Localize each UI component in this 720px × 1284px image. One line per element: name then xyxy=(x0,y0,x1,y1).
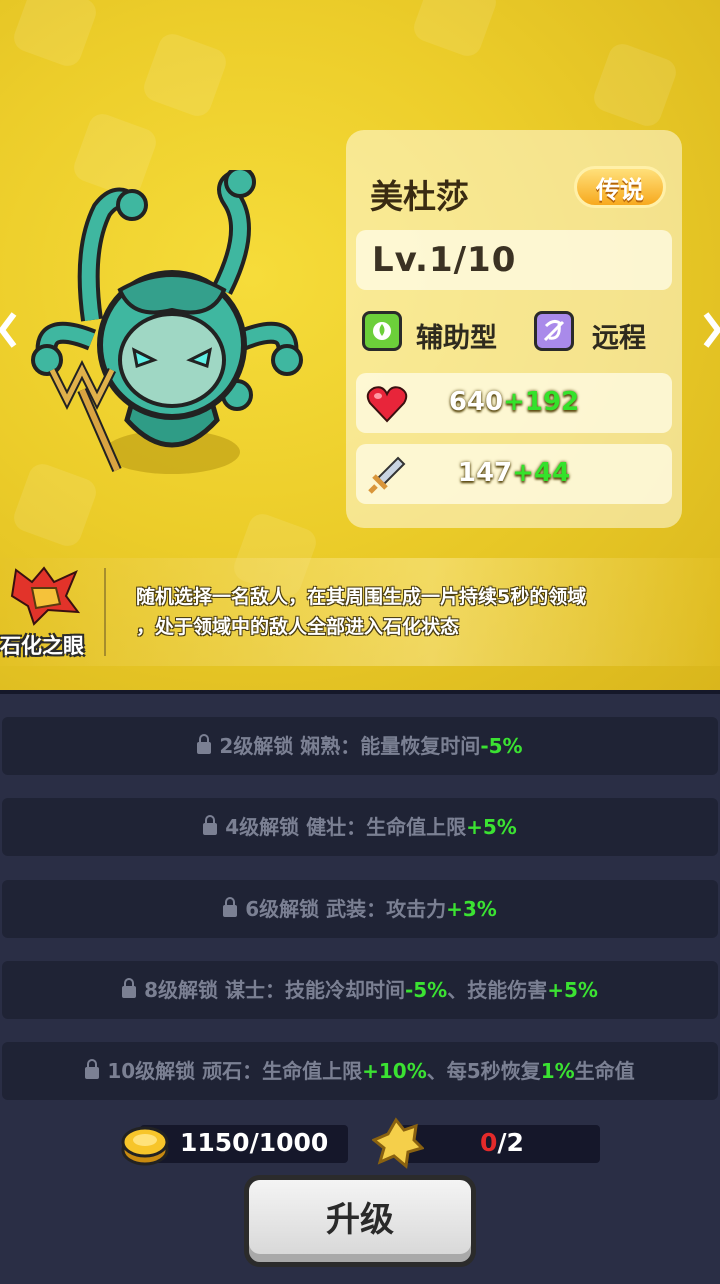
skill-petrify-icon[interactable] xyxy=(10,566,82,626)
hero-shard-icon xyxy=(372,1117,424,1169)
background-pattern xyxy=(410,0,500,60)
skill-name: 石化之眼 xyxy=(0,634,84,658)
support-type-icon xyxy=(362,311,402,351)
bow-range-icon xyxy=(534,311,574,351)
unlock-row-lv2: 2级解锁 娴熟：能量恢复时间-5% xyxy=(2,717,718,775)
attack-value: 147+44 xyxy=(457,458,571,488)
upgrade-button[interactable]: 升级 xyxy=(244,1175,476,1267)
hp-stat-row: 640+192 xyxy=(356,373,672,433)
skill-bar: 石化之眼 随机选择一名敌人，在其周围生成一片持续5秒的领域 ，处于领域中的敌人全… xyxy=(0,558,720,666)
hero-info-panel: 美杜莎 传说 Lv.1/10 辅助型 远程 640+192 147+44 xyxy=(346,130,682,528)
unlock-row-lv6: 6级解锁 武装：攻击力+3% xyxy=(2,880,718,938)
hero-type-row: 辅助型 远程 xyxy=(356,302,672,362)
background-pattern xyxy=(140,30,230,120)
arrow-left-icon[interactable] xyxy=(0,310,22,350)
hero-showcase: 美杜莎 传说 Lv.1/10 辅助型 远程 640+192 147+44 石化之… xyxy=(0,0,720,690)
hero-range-label: 远程 xyxy=(592,323,646,354)
attack-stat-row: 147+44 xyxy=(356,444,672,504)
shard-amount: 0/2 xyxy=(480,1128,524,1157)
background-pattern xyxy=(10,0,100,70)
arrow-right-icon[interactable] xyxy=(698,310,720,350)
hero-role-label: 辅助型 xyxy=(416,323,497,354)
divider xyxy=(104,568,106,656)
lock-icon xyxy=(197,734,212,754)
hp-value: 640+192 xyxy=(448,387,580,417)
lock-icon xyxy=(203,815,218,835)
unlock-row-lv4: 4级解锁 健壮：生命值上限+5% xyxy=(2,798,718,856)
unlock-row-lv8: 8级解锁 谋士：技能冷却时间-5%、技能伤害+5% xyxy=(2,961,718,1019)
hp-bonus: +192 xyxy=(503,387,580,417)
medusa-hero-portrait xyxy=(31,170,303,474)
level-row: Lv.1/10 xyxy=(356,230,672,290)
attack-bonus: +44 xyxy=(512,458,571,488)
lock-icon xyxy=(122,978,137,998)
hero-level: Lv.1/10 xyxy=(372,240,517,280)
rarity-badge: 传说 xyxy=(574,166,666,208)
lock-icon xyxy=(85,1059,100,1079)
skill-description: 随机选择一名敌人，在其周围生成一片持续5秒的领域 ，处于领域中的敌人全部进入石化… xyxy=(136,586,587,638)
lock-icon xyxy=(223,897,238,917)
unlock-row-lv10: 10级解锁 顽石：生命值上限+10%、每5秒恢复1%生命值 xyxy=(2,1042,718,1100)
gold-amount: 1150/1000 xyxy=(180,1128,329,1157)
gold-coin-icon xyxy=(121,1126,169,1166)
hero-name: 美杜莎 xyxy=(370,177,469,216)
background-pattern xyxy=(590,40,680,130)
